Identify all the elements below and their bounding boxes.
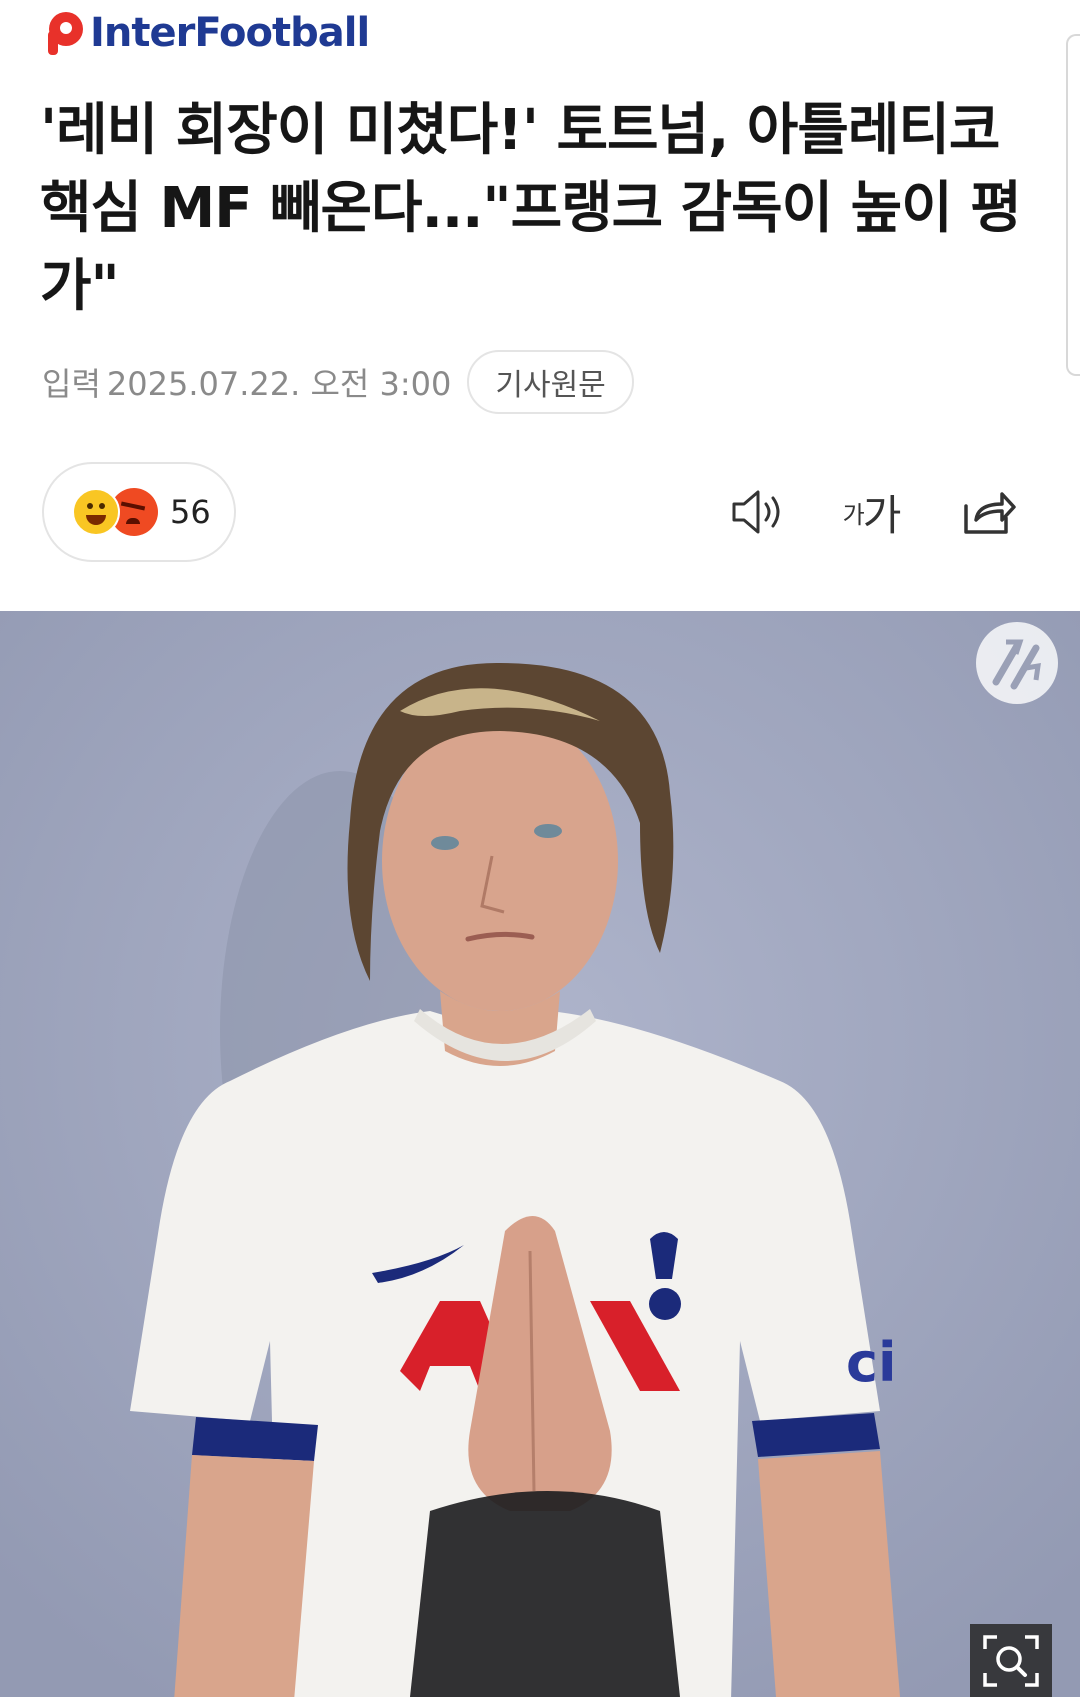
text-to-speech-button[interactable]: [726, 480, 790, 544]
speaker-icon: [732, 490, 780, 534]
reaction-count: 56: [170, 493, 211, 531]
share-button[interactable]: [956, 480, 1020, 544]
site-logo[interactable]: InterFootball: [42, 6, 370, 60]
zoom-button[interactable]: [970, 1624, 1052, 1697]
interfootball-watermark-icon: [976, 622, 1058, 704]
logo-text: InterFootball: [90, 10, 370, 56]
original-article-button[interactable]: 기사원문: [467, 350, 634, 414]
article-headline: '레비 회장이 미쳤다!' 토트넘, 아틀레티코 핵심 MF 빼온다..."프랭…: [40, 98, 1022, 319]
published-label: 입력: [42, 365, 101, 403]
font-size-button[interactable]: 가 가: [836, 480, 908, 544]
font-small-glyph: 가: [842, 500, 865, 529]
happy-face-icon: [72, 488, 120, 536]
article-photo[interactable]: ci: [0, 611, 1080, 1697]
published-date: 2025.07.22. 오전 3:00: [106, 365, 452, 403]
zoom-search-icon: [983, 1634, 1039, 1687]
article-meta: 입력 2025.07.22. 오전 3:00 기사원문: [42, 350, 634, 414]
side-panel-edge: [1066, 34, 1080, 376]
logo-mark-icon: [42, 9, 86, 57]
share-icon: [964, 492, 1016, 534]
reaction-button[interactable]: 56: [42, 462, 236, 562]
svg-text:ci: ci: [846, 1331, 897, 1394]
font-large-glyph: 가: [862, 490, 902, 540]
